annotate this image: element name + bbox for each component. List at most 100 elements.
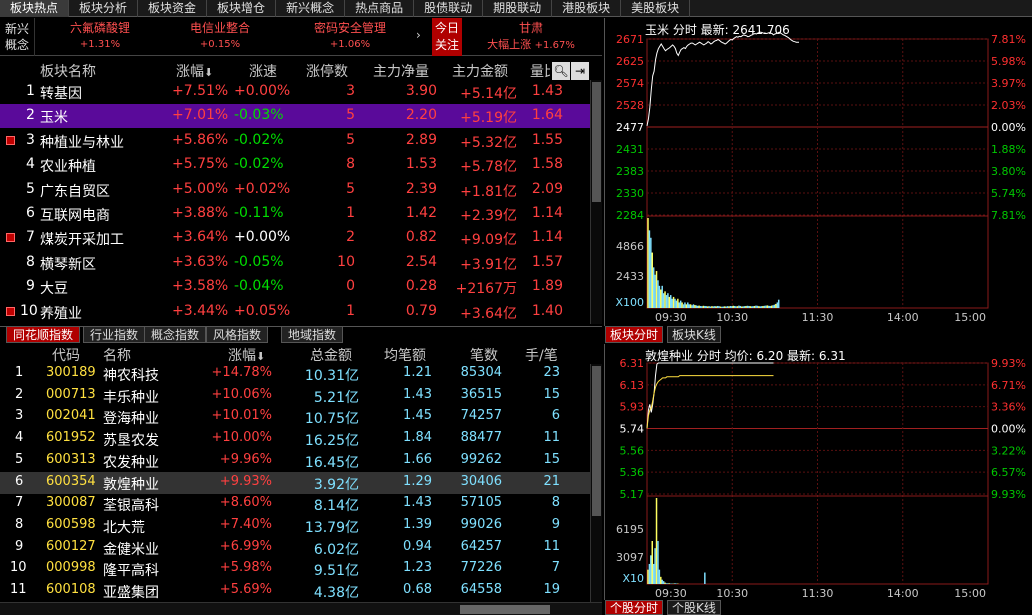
sector-name[interactable]: 煤炭开采加工	[40, 229, 124, 249]
stock-intraday-chart[interactable]: 6.31 9.93% 6.13 6.71% 5.93 3.36% 5.74 0.00% 5.56…	[605, 344, 1032, 600]
header-main-amount[interactable]: 主力金额	[452, 61, 508, 81]
stock-row[interactable]: 2 000713 丰乐种业 +10.06% 5.21亿 1.43 36515 15	[0, 385, 590, 407]
stock-name[interactable]: 神农科技	[103, 365, 159, 385]
header-lots-per-trade[interactable]: 手/笔	[525, 345, 558, 365]
stock-row[interactable]: 5 600313 农发种业 +9.96% 16.45亿 1.66 99262 15	[0, 450, 590, 472]
tab-stock-intraday[interactable]: 个股分时	[605, 600, 664, 615]
header-trade-count[interactable]: 笔数	[470, 345, 498, 365]
sector-name[interactable]: 种植业与林业	[40, 132, 124, 152]
hot-item[interactable]: 六氟磷酸锂 +1.31%	[40, 20, 160, 56]
sector-row[interactable]: 3 种植业与林业 +5.86% -0.02% 5 2.89 +5.32亿 1.55	[0, 129, 590, 153]
stock-row[interactable]: 7 300087 荃银高科 +8.60% 8.14亿 1.43 57105 8	[0, 493, 590, 515]
header-code[interactable]: 代码	[52, 345, 80, 365]
expand-plus-icon[interactable]	[6, 135, 15, 145]
sector-name[interactable]: 玉米	[40, 107, 68, 127]
stock-name[interactable]: 金健米业	[103, 539, 159, 559]
stock-code[interactable]: 300087	[46, 495, 96, 510]
header-limit-up[interactable]: 涨停数	[306, 61, 348, 81]
expand-plus-icon[interactable]	[6, 233, 15, 243]
sector-name[interactable]: 转基因	[40, 83, 82, 103]
index-tab[interactable]: 地域指数	[281, 327, 344, 343]
sector-row[interactable]: 2 玉米 +7.01% -0.03% 5 2.20 +5.19亿 1.64	[0, 104, 590, 129]
stock-code[interactable]: 600108	[46, 582, 96, 597]
stock-code[interactable]: 600127	[46, 539, 96, 554]
top-tab[interactable]: 板块增仓	[207, 0, 277, 17]
today-focus-button[interactable]: 今日 关注	[432, 18, 462, 56]
top-tab[interactable]: 板块分析	[69, 0, 139, 17]
top-tab[interactable]: 新兴概念	[276, 0, 346, 17]
stock-row[interactable]: 3 002041 登海种业 +10.01% 10.75亿 1.45 74257 6	[0, 406, 590, 428]
stock-code[interactable]: 300189	[46, 365, 96, 380]
top-tab[interactable]: 期股联动	[483, 0, 553, 17]
tab-sector-kline[interactable]: 板块K线	[667, 326, 721, 343]
stock-scrollbar[interactable]	[590, 364, 602, 602]
stock-name[interactable]: 敦煌种业	[103, 474, 159, 494]
header-change[interactable]: 涨幅⬇	[176, 61, 213, 81]
stock-row[interactable]: 9 600127 金健米业 +6.99% 6.02亿 0.94 64257 11	[0, 537, 590, 559]
sector-row[interactable]: 4 农业种植 +5.75% -0.02% 8 1.53 +5.78亿 1.58	[0, 153, 590, 177]
stock-row[interactable]: 8 600598 北大荒 +7.40% 13.79亿 1.39 99026 9	[0, 515, 590, 537]
stock-name[interactable]: 亚盛集团	[103, 582, 159, 602]
top-tab[interactable]: 板块资金	[138, 0, 208, 17]
sector-name[interactable]: 大豆	[40, 278, 68, 298]
stock-code[interactable]: 000998	[46, 560, 96, 575]
sector-name[interactable]: 农业种植	[40, 156, 96, 176]
horizontal-scrollbar[interactable]	[0, 602, 602, 615]
next-arrow-icon[interactable]: ›	[416, 28, 421, 42]
stock-name[interactable]: 登海种业	[103, 408, 159, 428]
stock-name[interactable]: 农发种业	[103, 452, 159, 472]
header-speed[interactable]: 涨速	[249, 61, 277, 81]
stock-code[interactable]: 600598	[46, 517, 96, 532]
stock-code[interactable]: 002041	[46, 408, 96, 423]
index-tab[interactable]: 风格指数	[206, 327, 269, 343]
stock-name[interactable]: 荃银高科	[103, 495, 159, 515]
stock-code[interactable]: 000713	[46, 387, 96, 402]
tab-sector-intraday[interactable]: 板块分时	[605, 326, 664, 343]
hot-item[interactable]: 电信业整合 +0.15%	[165, 20, 275, 56]
top-tab[interactable]: 热点商品	[345, 0, 415, 17]
top-tab[interactable]: 股债联动	[414, 0, 484, 17]
header-name[interactable]: 名称	[103, 345, 131, 365]
sector-row[interactable]: 6 互联网电商 +3.88% -0.11% 1 1.42 +2.39亿 1.14	[0, 202, 590, 226]
header-volume-ratio[interactable]: 量比	[530, 61, 550, 81]
header-change[interactable]: 涨幅⬇	[228, 345, 265, 365]
scroll-thumb[interactable]	[592, 366, 601, 516]
top-tab[interactable]: 港股板块	[552, 0, 622, 17]
sector-row[interactable]: 5 广东自贸区 +5.00% +0.02% 5 2.39 +1.81亿 2.09	[0, 178, 590, 202]
stock-name[interactable]: 丰乐种业	[103, 387, 159, 407]
sector-row[interactable]: 9 大豆 +3.58% -0.04% 0 0.28 +2167万 1.89	[0, 275, 590, 299]
header-avg-amount[interactable]: 均笔额	[384, 345, 426, 365]
search-icon[interactable]: 🔍︎	[552, 62, 570, 80]
stock-row[interactable]: 6 600354 敦煌种业 +9.93% 3.92亿 1.29 30406 21	[0, 471, 590, 494]
stock-row[interactable]: 11 600108 亚盛集团 +5.69% 4.38亿 0.68 64558 19	[0, 580, 590, 602]
top-tab[interactable]: 板块热点	[0, 0, 70, 17]
sector-scrollbar[interactable]	[590, 80, 602, 324]
hot-item[interactable]: 密码安全管理 +1.06%	[290, 20, 410, 56]
sector-row[interactable]: 1 转基因 +7.51% +0.00% 3 3.90 +5.14亿 1.43	[0, 80, 590, 104]
stock-name[interactable]: 隆平高科	[103, 560, 159, 580]
stock-code[interactable]: 600313	[46, 452, 96, 467]
export-icon[interactable]: ⇥	[571, 62, 589, 80]
header-sector-name[interactable]: 板块名称	[40, 61, 96, 81]
scroll-thumb[interactable]	[460, 605, 550, 614]
stock-name[interactable]: 北大荒	[103, 517, 145, 537]
sector-row[interactable]: 7 煤炭开采加工 +3.64% +0.00% 2 0.82 +9.09亿 1.14	[0, 226, 590, 250]
sector-name[interactable]: 养殖业	[40, 303, 82, 323]
top-tab[interactable]: 美股板块	[621, 0, 691, 17]
stock-code[interactable]: 600354	[46, 474, 96, 489]
stock-row[interactable]: 4 601952 苏垦农发 +10.00% 16.25亿 1.84 88477 11	[0, 428, 590, 450]
scroll-thumb[interactable]	[592, 82, 601, 202]
stock-name[interactable]: 苏垦农发	[103, 430, 159, 450]
sector-row[interactable]: 10 养殖业 +3.44% +0.05% 1 0.79 +3.64亿 1.40	[0, 300, 590, 324]
sector-name[interactable]: 互联网电商	[40, 205, 110, 225]
expand-plus-icon[interactable]	[6, 306, 15, 316]
tab-stock-kline[interactable]: 个股K线	[667, 600, 721, 615]
sector-name[interactable]: 横琴新区	[40, 254, 96, 274]
stock-code[interactable]: 601952	[46, 430, 96, 445]
index-tab[interactable]: 行业指数	[83, 327, 146, 343]
index-tab[interactable]: 同花顺指数	[6, 327, 81, 343]
hot-category[interactable]: 新兴 概念	[0, 18, 35, 56]
stock-row[interactable]: 10 000998 隆平高科 +5.98% 9.51亿 1.23 77226 7	[0, 558, 590, 580]
header-total-amount[interactable]: 总金额	[310, 345, 352, 365]
index-tab[interactable]: 概念指数	[144, 327, 207, 343]
